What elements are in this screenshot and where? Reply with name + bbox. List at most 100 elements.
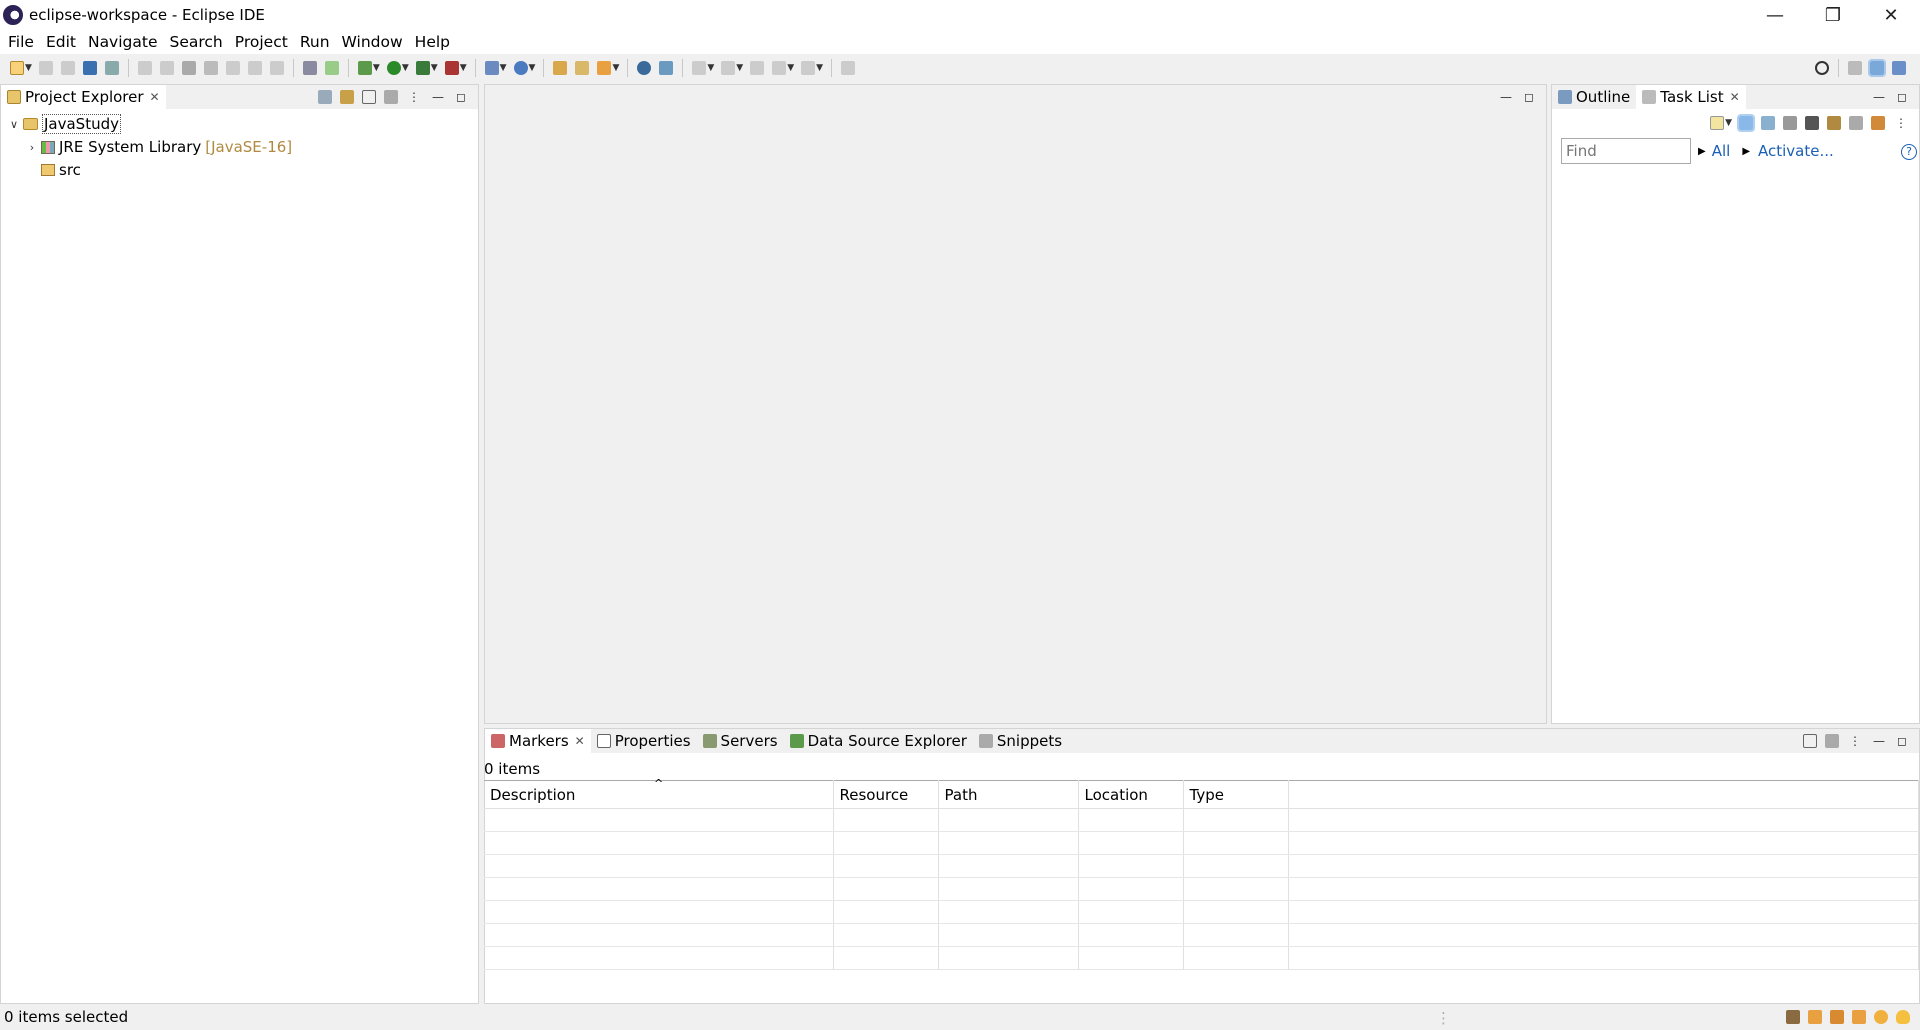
close-icon[interactable]: ✕ — [1730, 90, 1740, 104]
tips-lightbulb-icon[interactable] — [1896, 1010, 1910, 1024]
menu-project[interactable]: Project — [229, 33, 294, 51]
column-header-resource[interactable]: Resource — [833, 780, 939, 809]
collapse-all-icon[interactable] — [318, 90, 333, 104]
next-annotation-icon[interactable] — [692, 61, 707, 75]
search-toolbar-icon[interactable] — [597, 61, 612, 75]
new-java-class-icon[interactable] — [513, 61, 528, 75]
new-server-icon[interactable] — [484, 61, 499, 75]
close-button[interactable]: ✕ — [1862, 0, 1920, 30]
toggle-annotation-icon[interactable] — [659, 61, 674, 75]
next-annotation-dropdown-icon[interactable]: ▼ — [707, 63, 714, 73]
menu-edit[interactable]: Edit — [40, 33, 82, 51]
run-icon[interactable] — [386, 61, 401, 75]
pin-editor-icon[interactable] — [841, 61, 856, 75]
column-header-description[interactable]: Description ^ — [484, 777, 834, 809]
minimize-button[interactable]: — — [1746, 0, 1804, 30]
column-header-type[interactable]: Type — [1183, 780, 1289, 809]
last-edit-location-icon[interactable] — [750, 61, 765, 75]
new-task-dropdown-icon[interactable]: ▼ — [1725, 118, 1732, 128]
coverage-icon[interactable] — [415, 61, 430, 75]
resume-icon[interactable] — [137, 61, 152, 75]
previous-annotation-dropdown-icon[interactable]: ▼ — [736, 63, 743, 73]
tree-item-jre-system-library[interactable]: › JRE System Library [JavaSE-16] — [25, 136, 292, 158]
tab-data-source-explorer[interactable]: Data Source Explorer — [784, 729, 973, 753]
new-icon[interactable] — [10, 61, 24, 75]
tree-item-src[interactable]: src — [39, 159, 81, 181]
run-dropdown-icon[interactable]: ▼ — [402, 63, 409, 73]
new-server-dropdown-icon[interactable]: ▼ — [500, 63, 507, 73]
close-icon[interactable]: ✕ — [150, 90, 160, 104]
chevron-right-icon[interactable]: › — [25, 141, 39, 154]
back-icon[interactable] — [772, 61, 787, 75]
terminate-icon[interactable] — [181, 61, 196, 75]
chevron-down-icon[interactable]: ∨ — [7, 118, 21, 131]
column-header-path[interactable]: Path — [938, 780, 1079, 809]
menu-window[interactable]: Window — [336, 33, 409, 51]
disconnect-icon[interactable] — [203, 61, 218, 75]
tab-markers[interactable]: Markers ✕ — [485, 729, 591, 753]
collapse-all-icon[interactable] — [1849, 116, 1863, 130]
sync-changed-icon[interactable] — [1871, 116, 1885, 130]
help-icon[interactable]: ? — [1901, 144, 1917, 160]
step-into-icon[interactable] — [225, 61, 240, 75]
maximize-icon[interactable]: ◻ — [1897, 734, 1907, 748]
external-tools-dropdown-icon[interactable]: ▼ — [460, 63, 467, 73]
book-icon[interactable] — [1808, 1010, 1822, 1024]
tab-outline[interactable]: Outline — [1552, 85, 1636, 109]
view-menu-icon[interactable]: ⋮ — [408, 90, 420, 104]
filter-icon[interactable] — [362, 90, 377, 104]
previous-annotation-icon[interactable] — [721, 61, 736, 75]
tab-servers[interactable]: Servers — [697, 729, 784, 753]
view-menu-icon[interactable]: ⋮ — [1895, 116, 1907, 130]
minimize-icon[interactable]: — — [432, 90, 444, 104]
focus-on-task-icon[interactable] — [384, 90, 399, 104]
filter-icon[interactable] — [1803, 734, 1818, 748]
step-return-icon[interactable] — [269, 61, 284, 75]
java-perspective-icon[interactable] — [1892, 61, 1906, 75]
open-perspective-icon[interactable] — [1848, 61, 1862, 75]
step-over-icon[interactable] — [247, 61, 262, 75]
maximize-icon[interactable]: ◻ — [456, 90, 466, 104]
maximize-icon[interactable]: ◻ — [1524, 90, 1534, 104]
menu-run[interactable]: Run — [294, 33, 336, 51]
tree-item-javastudy[interactable]: ∨ JavaStudy — [7, 113, 121, 135]
search-dropdown-icon[interactable]: ▼ — [612, 63, 619, 73]
new-dropdown-icon[interactable]: ▼ — [25, 63, 32, 73]
tab-properties[interactable]: Properties — [591, 729, 697, 753]
search-icon[interactable] — [1815, 61, 1829, 75]
all-link[interactable]: All — [1712, 142, 1731, 160]
view-menu-icon[interactable]: ⋮ — [1849, 734, 1861, 748]
categorized-icon[interactable] — [1737, 114, 1755, 132]
debug-dropdown-icon[interactable]: ▼ — [373, 63, 380, 73]
hide-completed-icon[interactable] — [1805, 116, 1819, 130]
minimize-icon[interactable]: — — [1500, 90, 1512, 104]
focus-on-workweek-icon[interactable] — [1783, 116, 1797, 130]
server-status-icon[interactable] — [1786, 1010, 1800, 1024]
new-task-icon[interactable] — [1710, 116, 1725, 130]
menu-file[interactable]: File — [2, 33, 40, 51]
tab-task-list[interactable]: Task List ✕ — [1636, 85, 1746, 109]
pencil-icon[interactable] — [1852, 1010, 1866, 1024]
use-step-filters-icon[interactable] — [324, 61, 339, 75]
back-dropdown-icon[interactable]: ▼ — [787, 63, 794, 73]
suspend-icon[interactable] — [159, 61, 174, 75]
close-icon[interactable]: ✕ — [575, 734, 585, 748]
forward-icon[interactable] — [801, 61, 816, 75]
column-header-location[interactable]: Location — [1078, 780, 1184, 809]
focus-icon[interactable] — [1825, 734, 1840, 748]
open-console-icon[interactable] — [302, 61, 317, 75]
coverage-dropdown-icon[interactable]: ▼ — [431, 63, 438, 73]
save-icon[interactable] — [38, 61, 53, 75]
new-java-class-dropdown-icon[interactable]: ▼ — [529, 63, 536, 73]
maximize-icon[interactable]: ◻ — [1897, 90, 1907, 104]
open-type-icon[interactable] — [553, 61, 568, 75]
skip-breakpoints-icon[interactable] — [104, 61, 119, 75]
updates-icon[interactable] — [1874, 1010, 1888, 1024]
save-all-icon[interactable] — [60, 61, 75, 75]
menu-help[interactable]: Help — [409, 33, 456, 51]
tutorial-icon[interactable] — [1830, 1010, 1844, 1024]
minimize-icon[interactable]: — — [1873, 734, 1885, 748]
link-with-editor-icon[interactable] — [340, 90, 355, 104]
tab-snippets[interactable]: Snippets — [973, 729, 1068, 753]
tab-project-explorer[interactable]: Project Explorer ✕ — [1, 85, 166, 109]
